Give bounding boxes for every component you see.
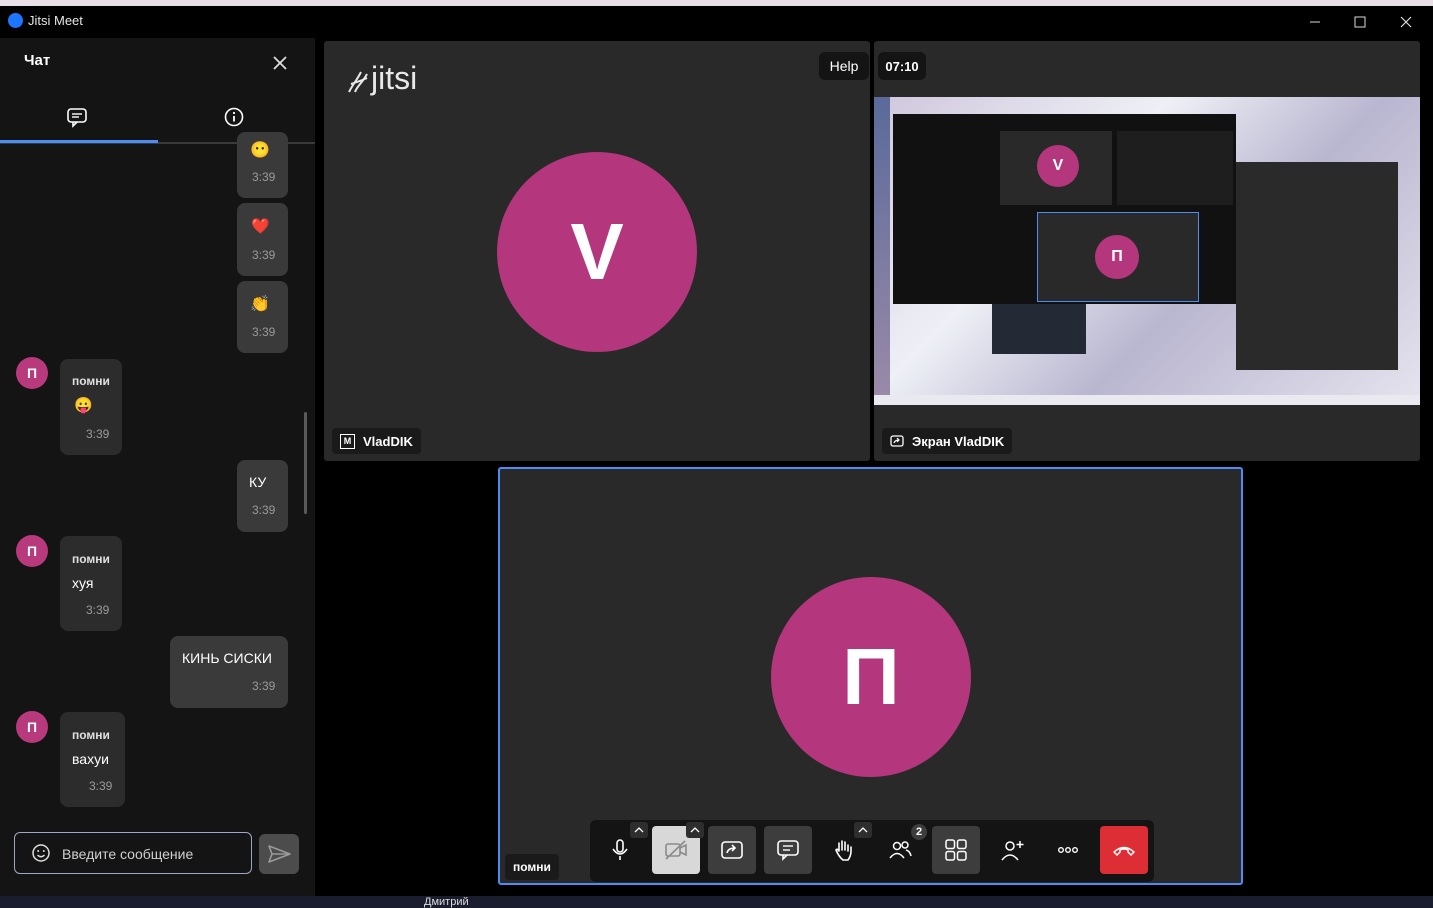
- desktop-strip: [0, 0, 1433, 6]
- participant-label: M VladDIK: [332, 428, 421, 454]
- send-button[interactable]: [259, 834, 299, 874]
- chevron-up-icon: [634, 827, 644, 833]
- shared-screen-tile: [1117, 131, 1233, 205]
- message-emoji: 😛: [74, 397, 93, 414]
- message-text: вахуи: [72, 751, 109, 767]
- minimize-icon: [1310, 21, 1320, 23]
- jitsi-app-icon: [8, 13, 23, 28]
- participant-name: VladDIK: [363, 433, 413, 449]
- smiley-icon: [32, 844, 50, 862]
- close-window-button[interactable]: [1383, 8, 1429, 36]
- conference-timer: 07:10: [878, 52, 926, 80]
- raise-hand-icon: [835, 840, 852, 861]
- window-title: Jitsi Meet: [28, 13, 83, 28]
- mini-avatar: V: [1037, 145, 1079, 187]
- message-time: 3:39: [252, 248, 276, 262]
- microphone-options[interactable]: [630, 822, 648, 838]
- maximize-button[interactable]: [1337, 8, 1383, 36]
- jitsi-logo-icon: [348, 71, 368, 92]
- avatar: П: [16, 535, 48, 567]
- message-sender: помни: [72, 374, 110, 388]
- info-icon: [224, 107, 244, 127]
- close-icon: [1400, 16, 1412, 28]
- own-message: [237, 281, 288, 353]
- share-screen-icon: [721, 841, 743, 859]
- chat-bubble-icon: [67, 108, 87, 128]
- own-message: [237, 460, 288, 532]
- active-tab-indicator: [0, 140, 158, 143]
- chat-title: Чат: [24, 52, 51, 69]
- shared-screen-window: [1236, 162, 1398, 370]
- message-time: 3:39: [252, 503, 276, 517]
- jitsi-logo: jitsi: [345, 60, 417, 97]
- more-icon: [1058, 846, 1079, 853]
- send-icon: [268, 845, 291, 863]
- reactions-options[interactable]: [854, 822, 872, 838]
- chat-scrollbar[interactable]: [304, 412, 307, 514]
- camera-options[interactable]: [686, 822, 704, 838]
- own-message: [170, 636, 288, 708]
- screen-share-icon: [890, 435, 904, 447]
- chat-bubble-icon: [777, 840, 799, 861]
- message-time: 3:39: [252, 679, 276, 693]
- microphone-icon: [612, 839, 628, 860]
- message-text: КИНЬ СИСКИ: [182, 650, 272, 666]
- share-screen-button[interactable]: [708, 826, 756, 874]
- screen-share-label: Экран VladDIK: [882, 428, 1013, 454]
- participant-label: помни: [505, 854, 559, 880]
- participants-icon: [889, 841, 912, 859]
- message-emoji: 😶: [250, 142, 270, 159]
- jitsi-logo-text: jitsi: [371, 60, 418, 96]
- participant-name: помни: [513, 860, 551, 874]
- message-emoji: ❤️: [251, 218, 270, 235]
- close-icon: [273, 56, 287, 70]
- shared-screen-desktop-icons: [874, 97, 890, 397]
- message-time: 3:39: [252, 325, 276, 339]
- message-text: КУ: [249, 474, 267, 490]
- avatar: П: [16, 357, 48, 389]
- minimize-button[interactable]: [1292, 8, 1338, 36]
- screen-share-name: Экран VladDIK: [912, 433, 1005, 449]
- chat-button[interactable]: [764, 826, 812, 874]
- help-button[interactable]: Help: [819, 52, 869, 80]
- desktop-taskbar: [0, 896, 1433, 908]
- participants-count-badge: 2: [911, 824, 927, 840]
- participant-avatar: П: [771, 577, 971, 777]
- message-input-placeholder: Введите сообщение: [62, 846, 194, 862]
- message-text: хуя: [72, 575, 94, 591]
- chevron-up-icon: [690, 827, 700, 833]
- message-emoji: 👏: [250, 296, 270, 313]
- hangup-icon: [1113, 846, 1135, 856]
- emoji-button[interactable]: [31, 843, 51, 863]
- message-time: 3:39: [86, 427, 110, 441]
- tile-view-button[interactable]: [932, 826, 980, 874]
- message-sender: помни: [72, 552, 110, 566]
- taskbar-item[interactable]: Дмитрий: [424, 897, 469, 908]
- message-time: 3:39: [86, 603, 110, 617]
- close-chat-button[interactable]: [268, 51, 292, 75]
- avatar: П: [16, 711, 48, 743]
- shared-screen-taskbar: [874, 395, 1420, 405]
- add-person-icon: [1001, 841, 1024, 861]
- participant-avatar: V: [497, 152, 697, 352]
- hangup-button[interactable]: [1100, 826, 1148, 874]
- tab-chat[interactable]: [65, 105, 89, 129]
- maximize-icon: [1354, 16, 1366, 28]
- tile-view-icon: [945, 839, 967, 861]
- moderator-badge: M: [340, 433, 355, 449]
- own-message: [237, 203, 288, 276]
- message-time: 3:39: [89, 779, 113, 793]
- invite-button[interactable]: [988, 826, 1036, 874]
- shared-screen-window: [992, 304, 1086, 354]
- tab-info[interactable]: [222, 105, 246, 129]
- message-sender: помни: [72, 728, 110, 742]
- message-time: 3:39: [252, 170, 276, 184]
- camera-off-icon: [665, 840, 687, 860]
- mini-avatar: П: [1095, 235, 1139, 279]
- chevron-up-icon: [858, 827, 868, 833]
- more-actions-button[interactable]: [1044, 826, 1092, 874]
